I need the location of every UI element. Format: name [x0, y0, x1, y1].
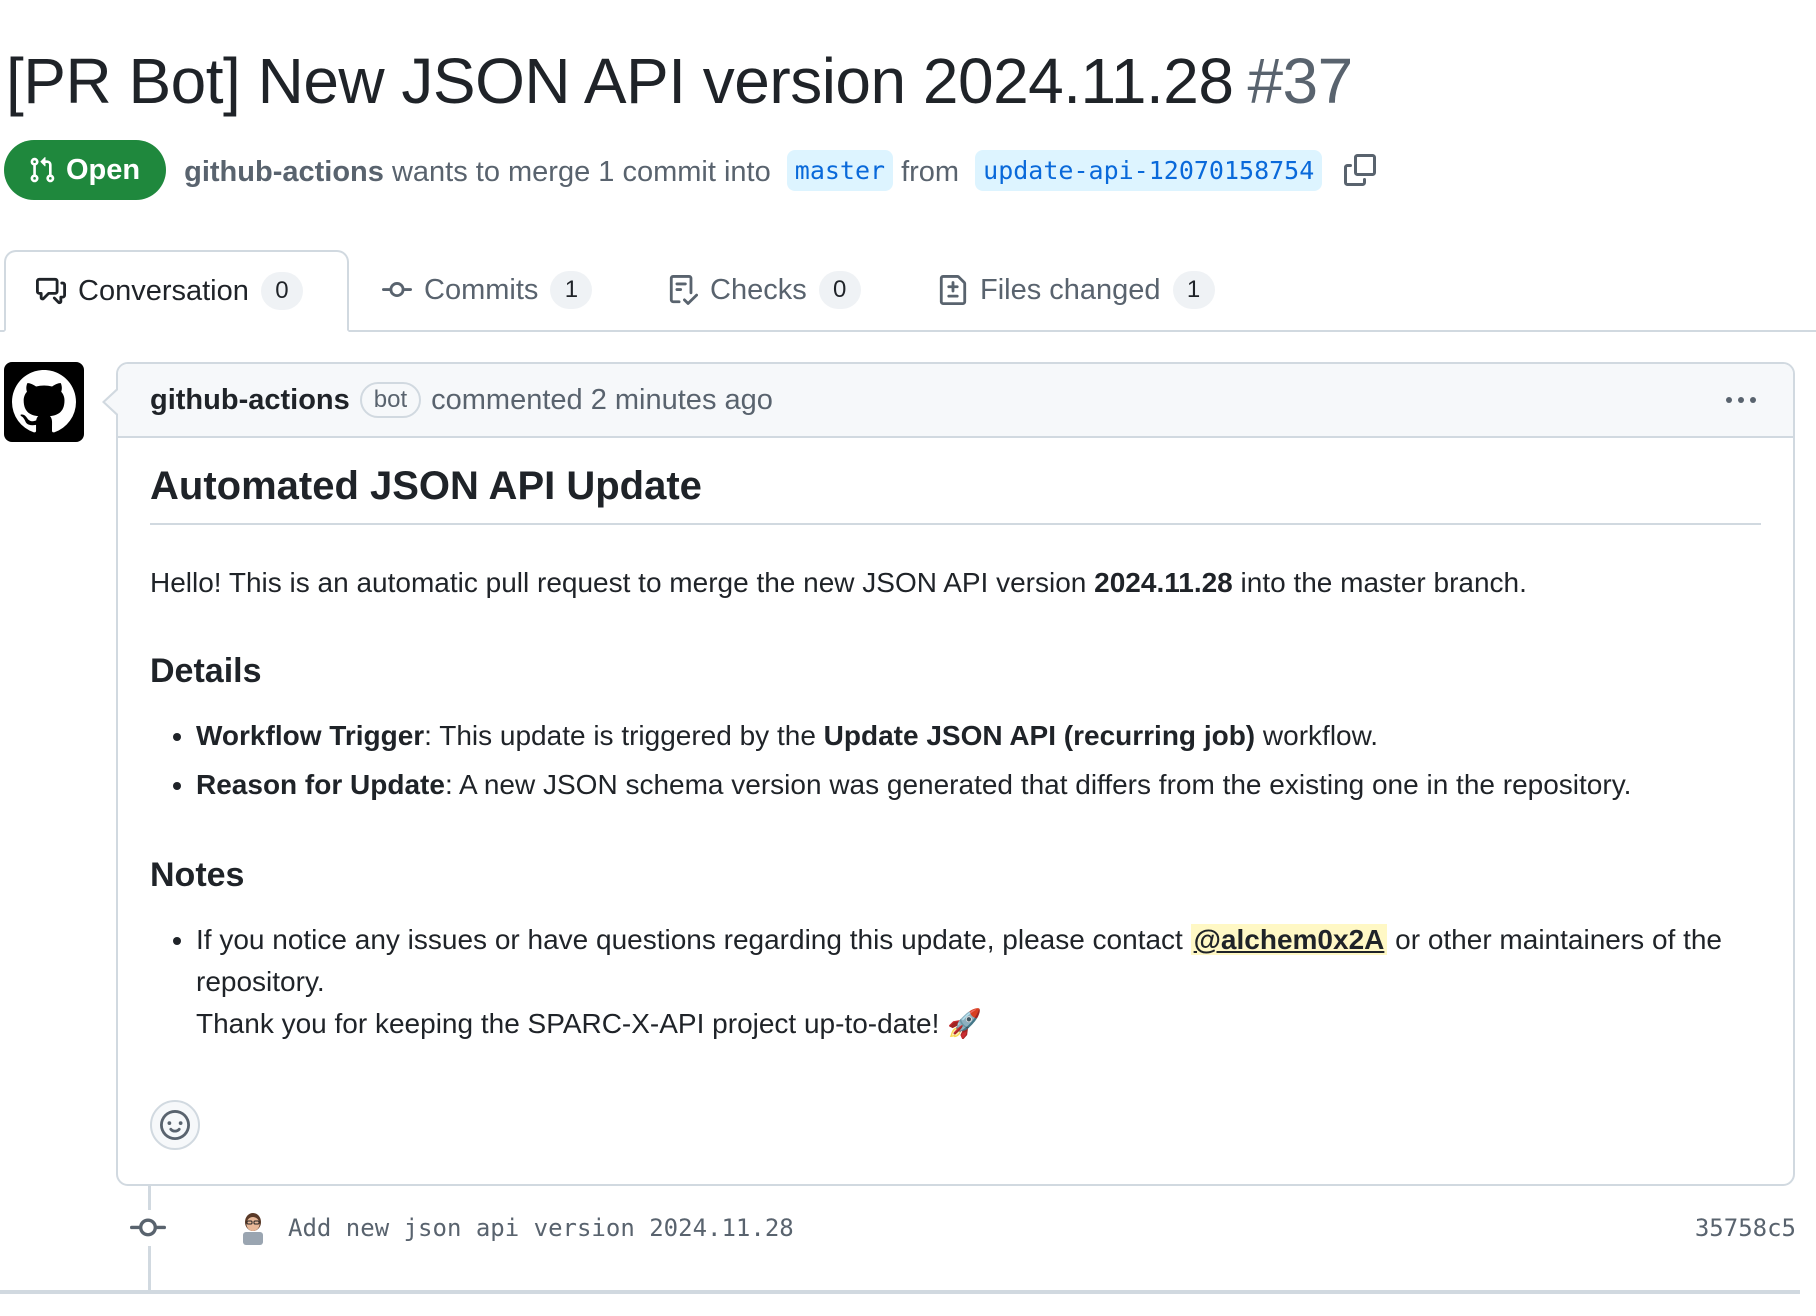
user-mention-link[interactable]: @alchem0x2A	[1190, 924, 1388, 956]
tab-checks-count: 0	[818, 271, 861, 309]
copy-branch-button[interactable]	[1344, 154, 1377, 186]
avatar[interactable]	[4, 362, 84, 442]
notes-list: If you notice any issues or have questio…	[150, 919, 1761, 1045]
list-item: Reason for Update: A new JSON schema ver…	[196, 764, 1761, 806]
smiley-icon	[160, 1110, 190, 1140]
list-item: If you notice any issues or have questio…	[196, 919, 1761, 1045]
tab-conversation-label: Conversation	[78, 274, 249, 307]
list-item-strong: Update JSON API (recurring job)	[823, 720, 1256, 752]
file-diff-icon	[939, 275, 967, 305]
intro-version: 2024.11.28	[1094, 567, 1233, 598]
comment-options-button[interactable]	[1723, 386, 1759, 422]
head-branch-label[interactable]: update-api-12070158754	[975, 149, 1323, 191]
pr-number: #37	[1247, 45, 1353, 117]
comment-body: Automated JSON API Update Hello! This is…	[118, 438, 1793, 1045]
tab-checks-label: Checks	[710, 273, 807, 306]
git-pull-request-icon	[30, 157, 55, 183]
comment-header: github-actions bot commented 2 minutes a…	[118, 364, 1793, 438]
comment-timestamp[interactable]: commented 2 minutes ago	[431, 384, 773, 417]
state-badge-open: Open	[4, 140, 167, 200]
intro-text-end: into the master branch.	[1232, 567, 1527, 598]
tab-conversation[interactable]: Conversation 0	[4, 250, 349, 332]
tab-commits-count: 1	[550, 271, 593, 309]
pr-description-comment: github-actions bot commented 2 minutes a…	[116, 362, 1795, 1186]
comment-author-link[interactable]: github-actions	[150, 384, 350, 417]
add-reaction-button[interactable]	[150, 1100, 200, 1150]
pr-title-text: [PR Bot] New JSON API version 2024.11.28	[6, 45, 1234, 117]
list-item-text: : This update is triggered by the	[424, 720, 824, 752]
commit-message-link[interactable]: Add new json api version 2024.11.28	[288, 1214, 794, 1242]
commit-row: Add new json api version 2024.11.28 3575…	[130, 1206, 1796, 1250]
list-item-term: Workflow Trigger	[196, 720, 425, 752]
tab-files-changed[interactable]: Files changed 1	[908, 250, 1245, 330]
notes-text: If you notice any issues or have questio…	[196, 924, 1191, 956]
from-text: from	[901, 155, 960, 188]
list-item-term: Reason for Update	[196, 769, 445, 801]
tab-conversation-count: 0	[260, 272, 303, 310]
intro-paragraph: Hello! This is an automatic pull request…	[150, 563, 1761, 602]
page-title: [PR Bot] New JSON API version 2024.11.28…	[6, 44, 1353, 118]
intro-text: Hello! This is an automatic pull request…	[150, 567, 1095, 598]
tab-commits-label: Commits	[424, 273, 539, 306]
comment-discussion-icon	[36, 277, 66, 305]
list-item: Workflow Trigger: This update is trigger…	[196, 715, 1761, 757]
pull-request-page: [PR Bot] New JSON API version 2024.11.28…	[0, 0, 1816, 1316]
git-commit-icon	[130, 1210, 166, 1246]
pr-author-link[interactable]: github-actions	[184, 156, 384, 188]
kebab-horizontal-icon	[1726, 397, 1756, 403]
details-list: Workflow Trigger: This update is trigger…	[150, 715, 1761, 806]
base-branch-label[interactable]: master	[786, 149, 894, 191]
notes-heading: Notes	[150, 856, 245, 895]
tab-files-changed-label: Files changed	[980, 273, 1161, 306]
pr-tabs: Conversation 0 Commits 1 Checks 0 Files …	[0, 250, 1816, 332]
list-item-text: : A new JSON schema version was generate…	[444, 769, 1632, 801]
git-commit-icon	[382, 282, 412, 298]
commit-author-avatar[interactable]	[238, 1211, 268, 1245]
tab-commits[interactable]: Commits 1	[352, 250, 622, 330]
comment-heading: Automated JSON API Update	[150, 464, 1761, 525]
notes-thanks: Thank you for keeping the SPARC-X-API pr…	[196, 1008, 983, 1040]
github-mark-icon	[11, 370, 77, 433]
tab-files-changed-count: 1	[1172, 271, 1215, 309]
comment-arrow-fill	[105, 390, 118, 414]
merge-info: github-actions wants to merge 1 commit i…	[184, 149, 1330, 191]
timeline-divider	[0, 1290, 1800, 1294]
state-label: Open	[66, 153, 141, 186]
commit-sha-link[interactable]: 35758c5	[1695, 1214, 1796, 1242]
checklist-icon	[669, 275, 698, 305]
details-heading: Details	[150, 652, 262, 691]
tab-checks[interactable]: Checks 0	[638, 250, 891, 330]
list-item-text-end: workflow.	[1255, 720, 1379, 752]
bot-badge: bot	[359, 382, 422, 418]
merge-text: wants to merge 1 commit into	[391, 155, 771, 188]
copy-icon	[1344, 154, 1377, 186]
pr-meta: Open github-actions wants to merge 1 com…	[4, 140, 1377, 200]
